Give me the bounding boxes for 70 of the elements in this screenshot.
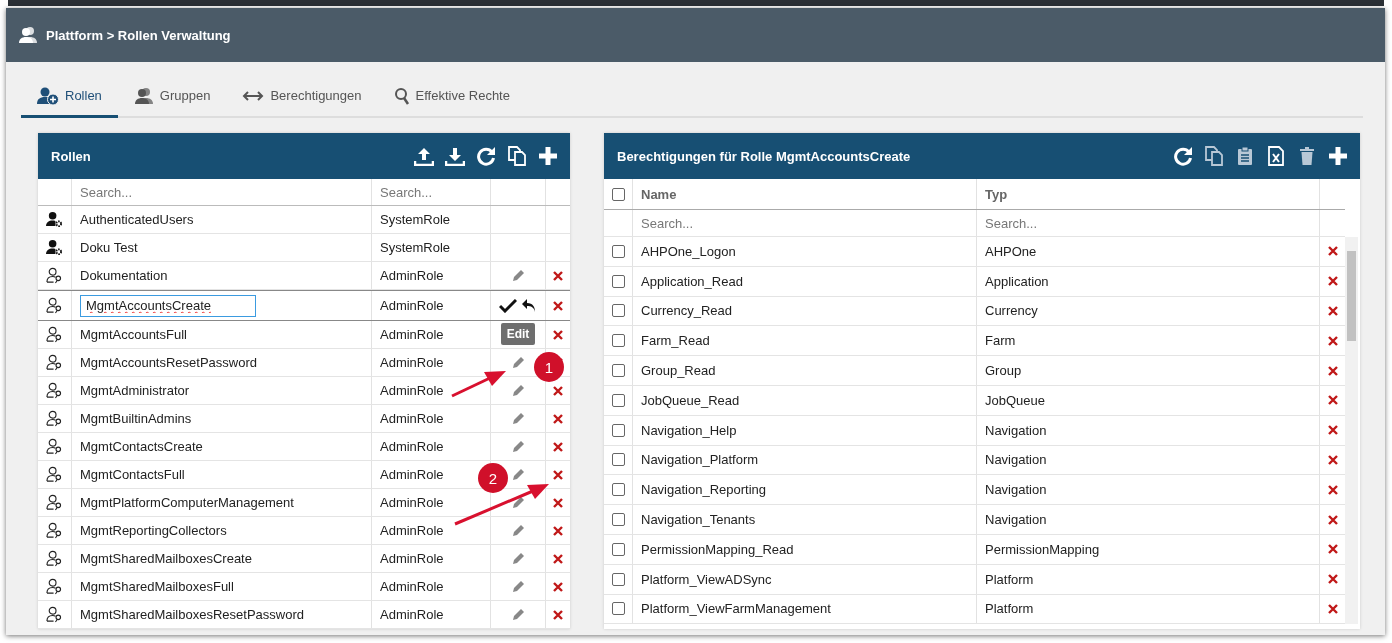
role-type: AdminRole <box>380 607 444 622</box>
role-name: MgmtSharedMailboxesResetPassword <box>80 607 304 622</box>
role-name: AuthenticatedUsers <box>80 212 194 227</box>
page-title: Plattform > Rollen Verwaltung <box>46 27 231 43</box>
permission-name: Currency_Read <box>641 303 733 319</box>
permission-name: Platform_ViewFarmManagement <box>641 601 831 617</box>
permission-name: Application_Read <box>641 273 743 289</box>
permission-type: Navigation <box>985 512 1047 528</box>
permission-name: PermissionMapping_Read <box>641 541 794 557</box>
permission-name: Platform_ViewADSync <box>641 571 772 587</box>
permission-type: Platform <box>985 601 1034 617</box>
search-field[interactable]: Search... <box>985 215 1311 231</box>
role-type: AdminRole <box>380 523 444 538</box>
permission-type: PermissionMapping <box>985 541 1100 557</box>
role-type: SystemRole <box>380 212 451 227</box>
role-name: MgmtAccountsResetPassword <box>80 355 257 370</box>
search-field[interactable]: Search... <box>641 215 968 231</box>
permission-type: Navigation <box>985 482 1047 498</box>
permission-name: JobQueue_Read <box>641 392 740 408</box>
role-type: AdminRole <box>380 298 444 313</box>
role-type: AdminRole <box>380 411 444 426</box>
permission-type: Group <box>985 363 1022 379</box>
panel-title: Rollen <box>51 148 91 164</box>
role-type: SystemRole <box>380 240 451 255</box>
role-type: AdminRole <box>380 355 444 370</box>
role-name: MgmtAccountsFull <box>80 327 187 342</box>
role-type: AdminRole <box>380 383 444 398</box>
role-name: MgmtBuiltinAdmins <box>80 411 192 426</box>
tab[interactable]: Berechtigungen <box>226 76 378 118</box>
permission-type: JobQueue <box>985 392 1045 408</box>
column-header[interactable]: Name <box>641 186 677 202</box>
permission-type: Navigation <box>985 422 1047 438</box>
role-name: MgmtPlatformComputerManagement <box>80 495 294 510</box>
permission-name: Farm_Read <box>641 333 710 349</box>
role-type: AdminRole <box>380 495 444 510</box>
permission-name: Navigation_Platform <box>641 452 759 468</box>
permission-name: Navigation_Reporting <box>641 482 767 498</box>
search-field[interactable]: Search... <box>80 184 363 200</box>
permission-type: Navigation <box>985 452 1047 468</box>
permission-name: AHPOne_Logon <box>641 243 736 259</box>
tooltip: Edit <box>500 322 536 345</box>
role-type: AdminRole <box>380 579 444 594</box>
tab[interactable]: Effektive Rechte <box>377 76 526 118</box>
permission-name: Navigation_Help <box>641 422 737 438</box>
role-name: Dokumentation <box>80 268 168 283</box>
tab[interactable]: Rollen <box>21 76 118 118</box>
permission-name: Navigation_Tenants <box>641 512 756 528</box>
role-name: MgmtAdministrator <box>80 383 190 398</box>
role-type: AdminRole <box>380 439 444 454</box>
name-input[interactable]: MgmtAccountsCreate <box>80 294 256 317</box>
role-name: MgmtContactsFull <box>80 467 185 482</box>
search-field[interactable]: Search... <box>380 184 482 200</box>
panel-title: Berechtigungen für Rolle MgmtAccountsCreate <box>617 148 911 164</box>
role-type: AdminRole <box>380 551 444 566</box>
role-type: AdminRole <box>380 327 444 342</box>
role-name: MgmtSharedMailboxesCreate <box>80 551 252 566</box>
role-type: AdminRole <box>380 268 444 283</box>
role-name: MgmtSharedMailboxesFull <box>80 579 234 594</box>
permission-type: Farm <box>985 333 1016 349</box>
role-type: AdminRole <box>380 467 444 482</box>
role-name: MgmtReportingCollectors <box>80 523 227 538</box>
permission-type: Platform <box>985 571 1034 587</box>
role-name: Doku Test <box>80 240 138 255</box>
role-name: MgmtContactsCreate <box>80 439 203 454</box>
column-header[interactable]: Typ <box>985 186 1008 202</box>
permission-type: Application <box>985 273 1049 289</box>
tab[interactable]: Gruppen <box>117 76 227 118</box>
permission-name: Group_Read <box>641 363 716 379</box>
permission-type: AHPOne <box>985 243 1037 259</box>
permission-type: Currency <box>985 303 1038 319</box>
